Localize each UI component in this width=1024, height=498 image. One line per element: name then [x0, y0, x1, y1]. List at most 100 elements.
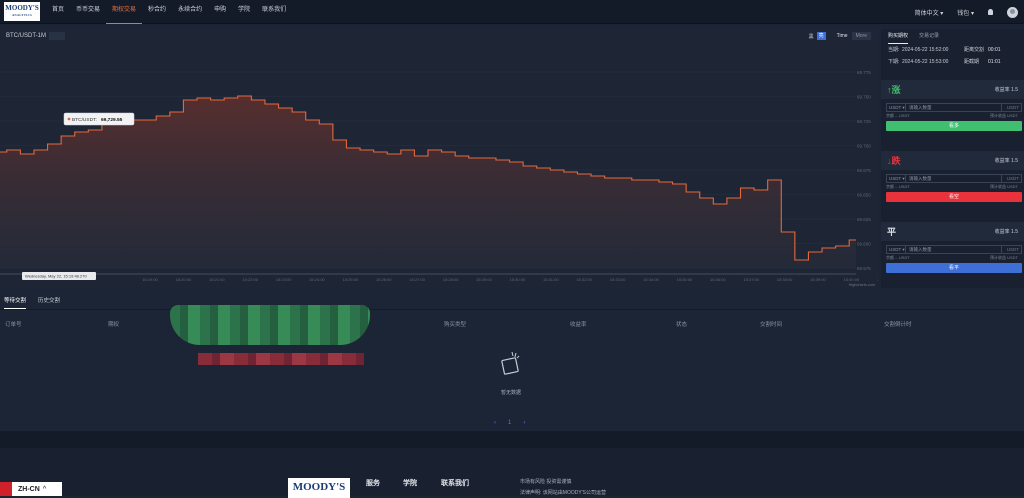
divider-band: [0, 431, 1024, 448]
prev-page-icon[interactable]: ‹: [494, 420, 496, 426]
footer-link-services[interactable]: 服务: [366, 478, 380, 488]
buy-up-button[interactable]: 看多: [886, 121, 1022, 131]
wallet-dropdown[interactable]: 钱包 ▾: [957, 8, 974, 17]
trade-block-down: ↓跌 收益率 1.5 USDT ▾ 请输入数量 USDT 余额 -- USDT …: [881, 151, 1024, 202]
nav-item-perpetual[interactable]: 永续合约: [172, 0, 208, 24]
balance-label: 余额: [886, 113, 894, 118]
avatar-icon[interactable]: [1007, 6, 1018, 18]
footer-logo[interactable]: MOODY'S: [288, 478, 350, 498]
nav-item-contact[interactable]: 联系我们: [256, 0, 292, 24]
language-switch[interactable]: ZH-CN ^: [0, 482, 62, 496]
balance-row-up: 余额 -- USDT 预计收益 USDT: [881, 112, 1024, 119]
nav-item-spot[interactable]: 币币交易: [70, 0, 106, 24]
expected-label: 预计收益: [989, 113, 1006, 118]
yield-value: 1.5: [1011, 158, 1018, 164]
expected-text: 预计收益 USDT: [990, 113, 1018, 119]
buy-down-button[interactable]: 看空: [886, 192, 1022, 202]
nav-item-second-contract[interactable]: 秒合约: [142, 0, 172, 24]
x-tick-label: 15:25:00: [343, 277, 359, 282]
tab-history-delivery[interactable]: 历史交割: [38, 293, 60, 309]
expected-label: 预计收益: [989, 184, 1006, 189]
option-trade-panel: 购买期权 交易记录 当期: 2024-05-22 15:52:00 距离交割 0…: [881, 29, 1024, 288]
countdown-label: 距离交割: [964, 47, 985, 53]
currency-select[interactable]: USDT ▾: [887, 246, 906, 253]
expected-value: USDT: [1007, 184, 1018, 189]
page-number[interactable]: 1: [508, 420, 511, 426]
theme-light-toggle[interactable]: 亮: [816, 32, 826, 40]
balance-row-flat: 余额 -- USDT 预计收益 USDT: [881, 254, 1024, 261]
chart-header: BTC/USDT-1M 黑 亮 Time More: [0, 29, 878, 44]
x-tick-label: 15:21:00: [209, 277, 225, 282]
amount-input[interactable]: 请输入数量: [906, 104, 1002, 111]
interval-selector[interactable]: [49, 32, 65, 40]
expected-value: USDT: [1007, 113, 1018, 118]
logo-sub-text: ANALYTICS: [11, 13, 33, 17]
pair-label: BTC/USDT-1M: [6, 33, 47, 39]
brand-logo[interactable]: MOODY'S ANALYTICS: [4, 2, 40, 21]
amount-input[interactable]: 请输入数量: [906, 246, 1002, 253]
logo-main-text: MOODY'S: [5, 4, 39, 12]
x-tick-label: 15:38:00: [777, 277, 793, 282]
y-tick-label: 69.750: [857, 95, 871, 100]
currency-select[interactable]: USDT ▾: [887, 104, 906, 111]
trade-head-down: ↓跌 收益率 1.5: [881, 151, 1024, 170]
yield-value: 1.5: [1011, 229, 1018, 235]
chart-credit: Highcharts.com: [849, 283, 875, 287]
x-tick-label: 15:23:00: [276, 277, 292, 282]
topbar-actions: 简体中文 ▾ 钱包 ▾: [901, 0, 1018, 24]
tooltip-marker: [67, 117, 71, 121]
column-countdown: 交割倒计时: [884, 322, 912, 328]
bell-icon[interactable]: [988, 9, 993, 15]
footer: MOODY'S 服务 学院 联系我们 市场有风险 投资需谨慎 法律声明: 该网站…: [0, 448, 1024, 498]
trade-head-flat: 平 收益率 1.5: [881, 222, 1024, 241]
language-dropdown[interactable]: 简体中文 ▾: [915, 8, 944, 17]
segment-time[interactable]: Time: [832, 32, 852, 40]
segment-more[interactable]: More: [852, 32, 871, 40]
amount-input-row-up: USDT ▾ 请输入数量 USDT: [886, 103, 1022, 112]
legal-notice: 法律声明: 该网站由MOODY'S公司运营: [520, 490, 606, 496]
x-tick-label: 15:26:00: [376, 277, 392, 282]
balance-value: -- USDT: [895, 113, 910, 118]
nav-item-academy[interactable]: 学院: [232, 0, 256, 24]
delivery-label: 距截期: [964, 59, 980, 65]
y-tick-label: 69.650: [857, 193, 871, 198]
x-tick-label: 15:37:00: [743, 277, 759, 282]
column-delivery-time: 交割时间: [760, 322, 783, 328]
footer-link-academy[interactable]: 学院: [403, 478, 417, 488]
tab-pending-delivery[interactable]: 等待交割: [4, 293, 27, 309]
countdown-value: 00:01: [988, 47, 1001, 53]
empty-state-text: 暂无数据: [500, 390, 521, 396]
x-tick-label: 15:41:00: [877, 277, 878, 282]
chevron-up-icon: ^: [42, 486, 47, 492]
y-tick-label: 69.700: [857, 144, 871, 149]
yield-down: 收益率 1.5: [995, 157, 1018, 164]
nav-item-subscribe[interactable]: 申购: [208, 0, 232, 24]
amount-unit: USDT: [1006, 247, 1019, 252]
delivery-value: 01:01: [988, 59, 1001, 65]
x-tick-label: 15:35:00: [677, 277, 693, 282]
x-tick-label: 15:22:00: [242, 277, 258, 282]
amount-unit: USDT: [1006, 176, 1019, 181]
currency-select[interactable]: USDT ▾: [887, 175, 906, 182]
price-line-chart[interactable]: 69.775 69.750 69.725 69.700 69.675 69.650 69.6…: [0, 44, 878, 288]
chart-toggles: 黑 亮 Time More: [805, 32, 871, 40]
nav-item-home[interactable]: 首页: [46, 0, 70, 24]
nav-item-options[interactable]: 期权交易: [106, 0, 143, 24]
expected-text: 预计收益 USDT: [990, 255, 1018, 261]
footer-link-contact[interactable]: 联系我们: [441, 478, 469, 488]
theme-dark-toggle[interactable]: 黑: [809, 33, 814, 40]
next-page-icon[interactable]: ›: [523, 420, 525, 426]
yield-label: 收益率: [994, 229, 1010, 235]
tab-trade-records[interactable]: 交易记录: [919, 29, 939, 44]
yield-flat: 收益率 1.5: [995, 228, 1018, 235]
column-option: 期权: [108, 322, 120, 328]
tab-buy-option[interactable]: 购买期权: [888, 29, 909, 44]
y-tick-label: 69.575: [857, 266, 871, 271]
balance-label: 余额: [886, 184, 894, 189]
buy-flat-button[interactable]: 看平: [886, 263, 1022, 273]
pagination: ‹ 1 ›: [494, 420, 537, 426]
x-tick-label: 15:32:00: [576, 277, 592, 282]
x-tick-label: 15:34:00: [643, 277, 659, 282]
column-buy-type: 购买类型: [444, 322, 467, 328]
amount-input[interactable]: 请输入数量: [906, 175, 1002, 182]
